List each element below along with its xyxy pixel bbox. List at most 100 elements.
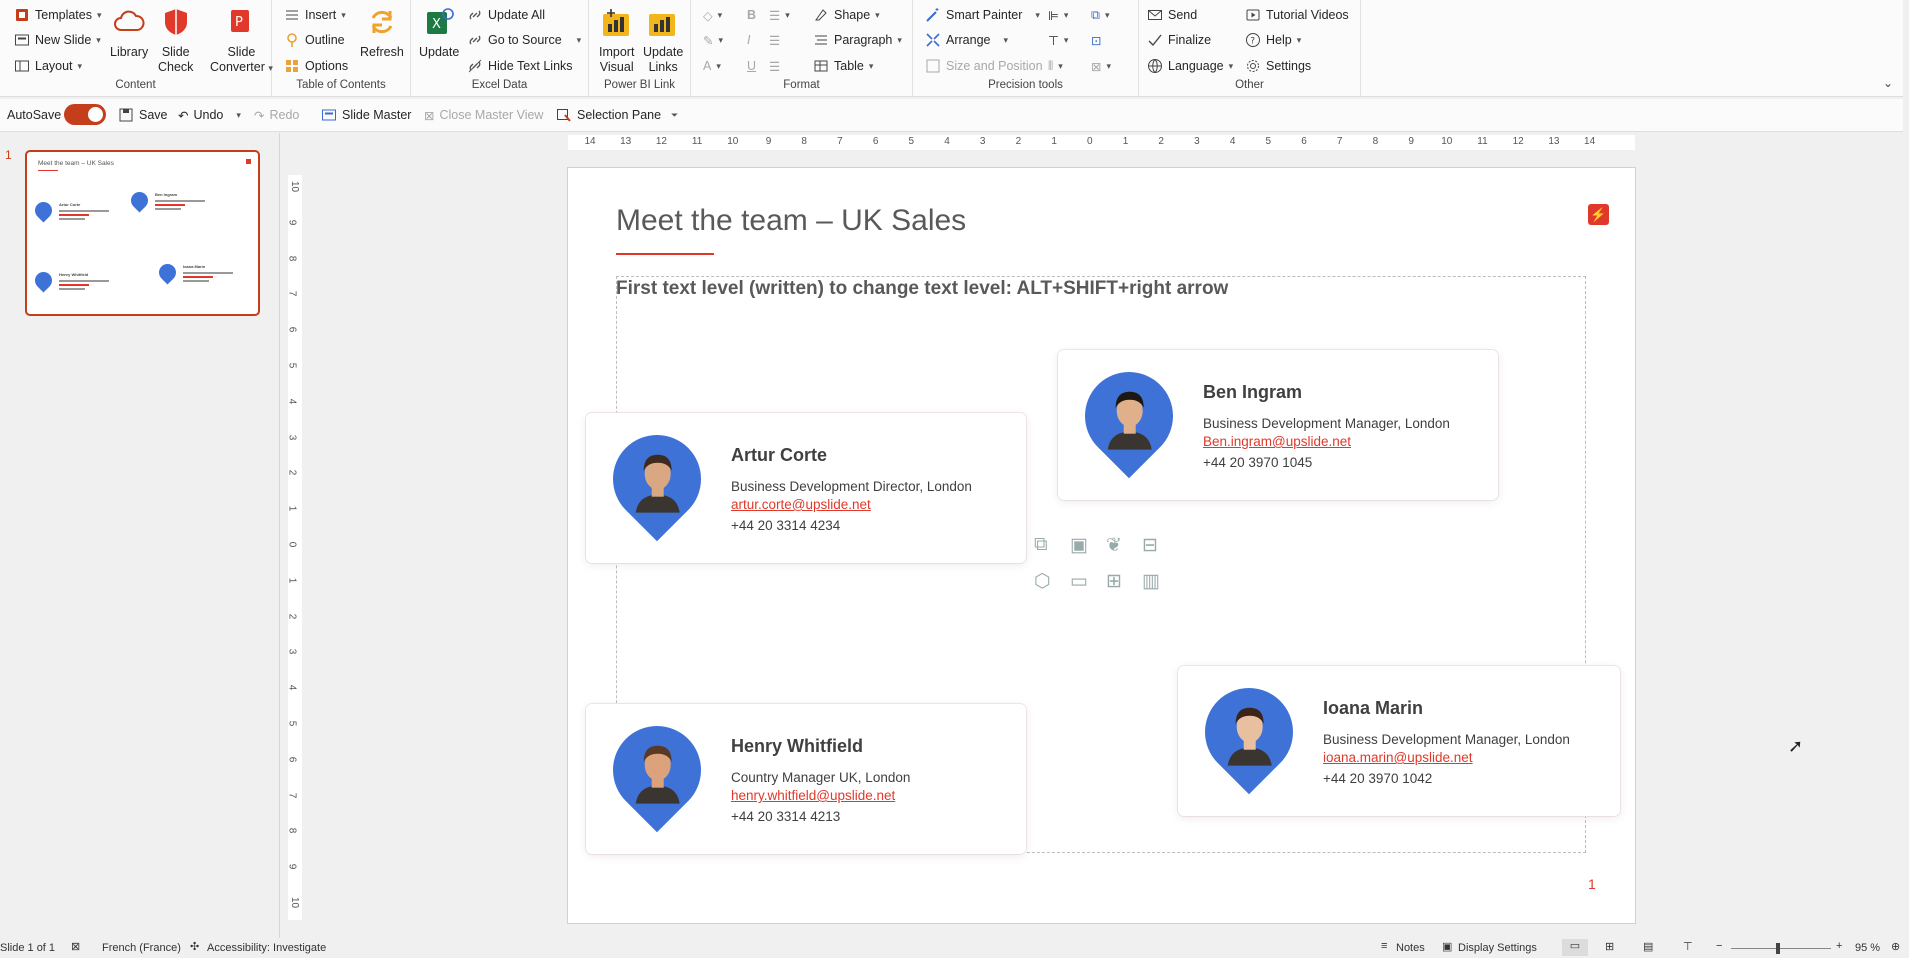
member-role[interactable]: Business Development Manager, London (1323, 732, 1570, 747)
toc-options-button[interactable]: Options (284, 56, 348, 76)
member-email-link[interactable]: henry.whitfield@upslide.net (731, 788, 895, 803)
table-button[interactable]: Table ▾ (813, 56, 873, 76)
update-links-button[interactable]: Update Links (643, 6, 683, 75)
member-name[interactable]: Artur Corte (731, 445, 827, 466)
member-phone[interactable]: +44 20 3314 4213 (731, 809, 840, 824)
library-button[interactable]: Library (110, 6, 148, 60)
fit-slide-button[interactable]: ⊕ (1891, 940, 1900, 953)
align-button[interactable]: ☰ ▾ (769, 5, 790, 25)
team-member-card[interactable]: Henry Whitfield Country Manager UK, Londo… (586, 704, 1026, 854)
zoom-in-button[interactable]: + (1836, 940, 1842, 952)
tutorial-videos-button[interactable]: Tutorial Videos (1245, 5, 1349, 25)
insert-video-icon[interactable]: ▭ (1070, 570, 1088, 593)
send-button[interactable]: Send (1147, 5, 1197, 25)
autosave-toggle[interactable] (64, 104, 106, 125)
slide-canvas[interactable]: Meet the team – UK Sales ⚡ First text le… (568, 168, 1635, 923)
slide-converter-button[interactable]: P Slide Converter ▾ (210, 6, 273, 76)
save-button[interactable]: Save (118, 105, 168, 125)
spacing-button[interactable]: ⫴ ▾ (1048, 56, 1063, 76)
redo-button[interactable]: ↷ Redo (254, 105, 299, 125)
normal-view-button[interactable]: ▭ (1562, 939, 1588, 956)
member-phone[interactable]: +44 20 3314 4234 (731, 518, 840, 533)
shape-button[interactable]: Shape ▾ (813, 5, 880, 25)
member-role[interactable]: Business Development Manager, London (1203, 416, 1450, 431)
undo-button[interactable]: ↶ Undo ▾ (178, 105, 241, 125)
notes-button[interactable]: Notes (1396, 942, 1425, 954)
member-phone[interactable]: +44 20 3970 1045 (1203, 455, 1312, 470)
toc-outline-button[interactable]: Outline (284, 30, 345, 50)
go-to-source-button[interactable]: Go to Source ▾ (467, 30, 581, 50)
layout-button[interactable]: Layout ▾ (14, 56, 82, 76)
text-box-button[interactable]: ⊡ (1091, 30, 1101, 50)
hide-text-links-button[interactable]: Hide Text Links (467, 56, 573, 76)
display-settings-button[interactable]: Display Settings (1458, 942, 1537, 954)
insert-icons-icon[interactable]: ❦ (1106, 534, 1122, 557)
group-objects-button[interactable]: ⧉ ▾ (1091, 5, 1109, 25)
slide-check-button[interactable]: Slide Check (158, 6, 193, 75)
underline-button[interactable]: U (747, 56, 756, 76)
team-member-card[interactable]: Artur Corte Business Development Director… (586, 413, 1026, 563)
slide-master-button[interactable]: Slide Master (321, 105, 411, 125)
insert-cameo-icon[interactable]: ⊟ (1142, 534, 1158, 557)
font-color-button[interactable]: A ▾ (703, 56, 721, 76)
new-slide-button[interactable]: New Slide ▾ (14, 30, 101, 50)
smart-painter-button[interactable]: Smart Painter ▾ (925, 5, 1040, 25)
ribbon-collapse-icon[interactable]: ⌄ (1883, 76, 1893, 90)
avatar[interactable] (1186, 669, 1312, 795)
avatar[interactable] (594, 707, 720, 833)
insert-stock-image-icon[interactable]: ⧉ (1034, 534, 1048, 556)
placeholder-text[interactable]: First text level (written) to change tex… (616, 278, 1228, 300)
toc-refresh-button[interactable]: Refresh (360, 6, 404, 60)
accessibility-status[interactable]: Accessibility: Investigate (207, 942, 326, 954)
align-objects-button[interactable]: ⊫ ▾ (1048, 5, 1068, 25)
templates-button[interactable]: Templates ▾ (14, 5, 102, 25)
team-member-card[interactable]: Ioana Marin Business Development Manager,… (1178, 666, 1620, 816)
customize-qat-button[interactable]: ⏷ (671, 105, 678, 125)
settings-button[interactable]: Settings (1245, 56, 1311, 76)
slide-thumbnail-1[interactable]: Meet the team – UK Sales Artur Corte Ben … (25, 150, 260, 316)
member-email-link[interactable]: artur.corte@upslide.net (731, 497, 871, 512)
slide-sorter-button[interactable]: ⊞ (1605, 940, 1614, 953)
reading-view-button[interactable]: ▤ (1643, 940, 1653, 953)
arrange-button[interactable]: Arrange ▾ (925, 30, 1008, 50)
language-button[interactable]: Language ▾ (1147, 56, 1233, 76)
insert-3d-model-icon[interactable]: ⬡ (1034, 570, 1051, 593)
resize-button[interactable]: ⊠ ▾ (1091, 56, 1111, 76)
toc-insert-button[interactable]: Insert ▾ (284, 5, 346, 25)
language-status[interactable]: French (France) (102, 942, 181, 954)
zoom-level[interactable]: 95 % (1855, 942, 1880, 954)
zoom-slider-thumb[interactable] (1776, 943, 1780, 954)
indent-button[interactable]: ☰ (769, 30, 780, 50)
avatar[interactable] (594, 416, 720, 542)
bold-button[interactable]: B (747, 5, 756, 25)
spellcheck-icon[interactable]: ⊠ (71, 940, 80, 953)
avatar[interactable] (1066, 353, 1192, 479)
member-name[interactable]: Ioana Marin (1323, 698, 1423, 719)
selection-pane-button[interactable]: Selection Pane (556, 105, 661, 125)
distribute-button[interactable]: ⊤ ▾ (1048, 30, 1068, 50)
insert-picture-icon[interactable]: ▣ (1070, 534, 1088, 557)
paragraph-button[interactable]: Paragraph ▾ (813, 30, 902, 50)
fill-color-button[interactable]: ◇ ▾ (703, 5, 722, 25)
member-phone[interactable]: +44 20 3970 1042 (1323, 771, 1432, 786)
member-name[interactable]: Henry Whitfield (731, 736, 863, 757)
team-member-card[interactable]: Ben Ingram Business Development Manager, … (1058, 350, 1498, 500)
zoom-out-button[interactable]: − (1716, 940, 1722, 952)
zoom-slider[interactable] (1731, 948, 1831, 949)
line-color-button[interactable]: ✎ ▾ (703, 30, 723, 50)
member-role[interactable]: Business Development Director, London (731, 479, 972, 494)
size-position-button[interactable]: Size and Position (925, 56, 1043, 76)
member-name[interactable]: Ben Ingram (1203, 382, 1302, 403)
member-email-link[interactable]: ioana.marin@upslide.net (1323, 750, 1473, 765)
member-role[interactable]: Country Manager UK, London (731, 770, 910, 785)
outdent-button[interactable]: ☰ (769, 56, 780, 76)
insert-chart-icon[interactable]: ▥ (1142, 570, 1160, 593)
excel-update-button[interactable]: X Update (419, 6, 459, 60)
italic-button[interactable]: I (747, 30, 750, 50)
finalize-button[interactable]: Finalize (1147, 30, 1211, 50)
update-all-button[interactable]: Update All (467, 5, 545, 25)
help-button[interactable]: ? Help ▾ (1245, 30, 1301, 50)
slideshow-button[interactable]: ⊤ (1683, 940, 1693, 953)
insert-table-icon[interactable]: ⊞ (1106, 570, 1122, 593)
slide-title[interactable]: Meet the team – UK Sales (616, 204, 966, 238)
